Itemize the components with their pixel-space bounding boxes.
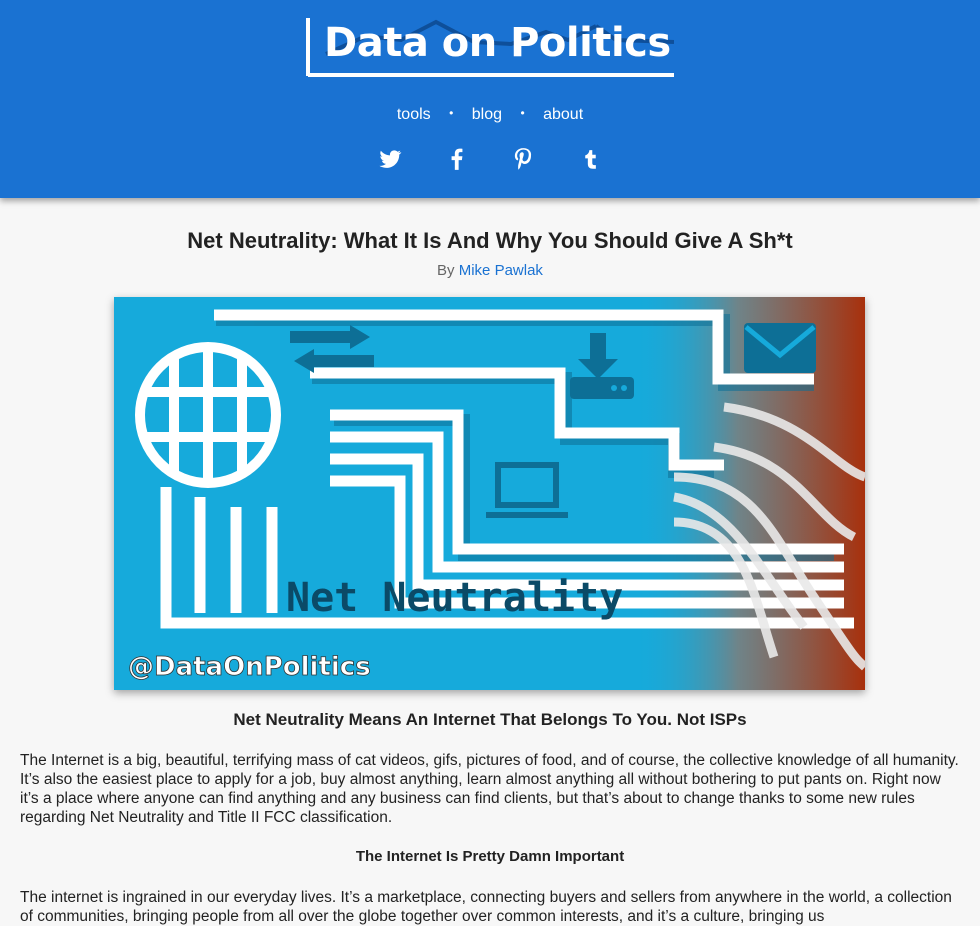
article-paragraph: The internet is ingrained in our everyda… (20, 889, 952, 925)
twitter-icon[interactable] (377, 146, 403, 172)
article-paragraph: The Internet is a big, beautiful, terrif… (20, 752, 959, 826)
byline-prefix: By (437, 262, 455, 279)
social-links (0, 146, 980, 177)
section-heading: Net Neutrality Means An Internet That Be… (233, 710, 747, 729)
nav-tools[interactable]: tools (397, 106, 431, 123)
article-title: Net Neutrality: What It Is And Why You S… (187, 228, 793, 253)
hero-image: Net Neutrality @DataOnPolitics (114, 297, 865, 690)
author-link[interactable]: Mike Pawlak (459, 262, 543, 279)
site-logo[interactable]: Data on Politics (306, 14, 674, 78)
site-header: Data on Politics tools • blog • about (0, 0, 980, 198)
nav-about[interactable]: about (543, 106, 583, 123)
article-byline: By Mike Pawlak (0, 262, 980, 279)
nav-separator: • (520, 106, 525, 120)
hero-caption: Net Neutrality (286, 575, 623, 621)
nav-separator: • (449, 106, 454, 120)
logo-text: Data on Politics (324, 20, 671, 66)
facebook-icon[interactable] (444, 146, 470, 172)
main-nav: tools • blog • about (0, 106, 980, 124)
pinterest-icon[interactable] (510, 146, 536, 172)
tumblr-icon[interactable] (577, 146, 603, 172)
nav-blog[interactable]: blog (472, 106, 502, 123)
mail-icon (744, 323, 816, 373)
hero-handle: @DataOnPolitics (128, 652, 371, 682)
section-heading: The Internet Is Pretty Damn Important (355, 848, 625, 865)
